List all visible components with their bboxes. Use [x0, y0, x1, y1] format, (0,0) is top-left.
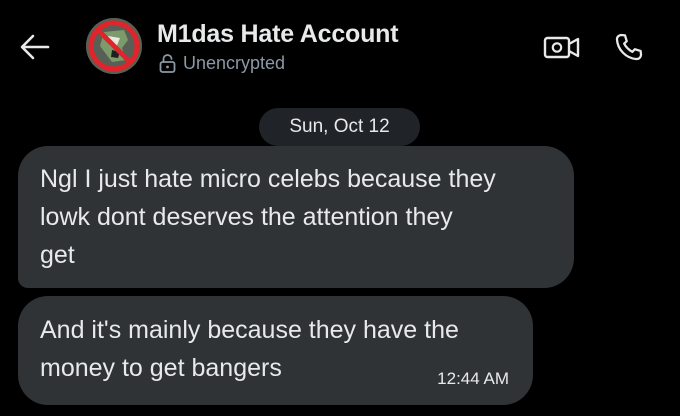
- message-line: And it's mainly because they have the: [40, 316, 459, 344]
- date-separator: Sun, Oct 12: [259, 108, 420, 146]
- no-symbol-avatar-icon: [86, 18, 142, 74]
- message-bubble[interactable]: Ngl I just hate micro celebs because the…: [18, 146, 574, 288]
- message-timestamp: 12:44 AM: [437, 369, 509, 388]
- unlocked-padlock-icon: [159, 54, 176, 73]
- message-bubble[interactable]: And it's mainly because they have the mo…: [18, 296, 533, 405]
- voice-call-button[interactable]: [609, 27, 649, 67]
- back-button[interactable]: [18, 30, 52, 64]
- avatar[interactable]: [86, 18, 142, 74]
- message-line: Ngl I just hate micro celebs because the…: [40, 165, 496, 193]
- video-call-button[interactable]: [541, 30, 583, 64]
- encryption-status: Unencrypted: [159, 52, 285, 74]
- video-camera-icon: [543, 36, 580, 59]
- message-line: get: [40, 241, 75, 269]
- conversation-header: M1das Hate Account Unencrypted: [0, 0, 680, 96]
- phone-icon: [615, 33, 643, 61]
- arrow-left-icon: [20, 34, 50, 60]
- contact-name[interactable]: M1das Hate Account: [157, 20, 399, 49]
- encryption-label: Unencrypted: [183, 52, 286, 73]
- message-line: lowk dont deserves the attention they: [40, 203, 453, 231]
